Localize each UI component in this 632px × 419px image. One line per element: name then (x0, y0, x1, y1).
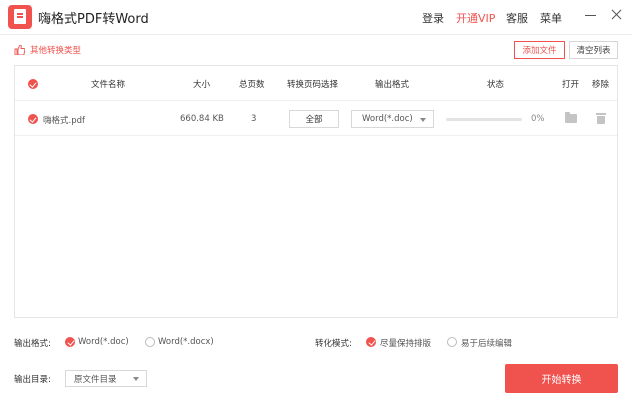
format-docx-radio[interactable] (145, 337, 155, 347)
app-title: 嗨格式PDF转Word (38, 12, 149, 27)
format-docx-label[interactable]: Word(*.docx) (158, 337, 214, 347)
thumbs-up-icon (14, 45, 25, 55)
output-dir-value: 原文件目录 (74, 374, 117, 385)
start-convert-button[interactable]: 开始转换 (505, 364, 618, 393)
col-open: 打开 (562, 80, 580, 90)
col-status: 状态 (487, 80, 505, 90)
table-header: 文件名称 大小 总页数 转换页码选择 输出格式 状态 打开 移除 (15, 66, 617, 101)
col-filename: 文件名称 (91, 80, 126, 90)
output-dir-select[interactable]: 原文件目录 (65, 370, 147, 387)
conversion-progress-bar (446, 118, 522, 121)
output-format-value: Word(*.doc) (362, 114, 413, 124)
mode-keep-label[interactable]: 尽量保持排版 (380, 337, 431, 349)
minimize-icon[interactable] (584, 8, 598, 22)
col-size: 大小 (193, 80, 211, 90)
pdf-app-logo-icon (8, 5, 32, 29)
close-icon[interactable] (610, 8, 624, 22)
other-types-label: 其他转换类型 (30, 46, 82, 56)
chevron-down-icon (420, 118, 426, 122)
vip-link[interactable]: 开通VIP (456, 10, 495, 26)
progress-percent: 0% (531, 114, 545, 124)
row-checkbox[interactable] (28, 114, 38, 124)
page-count: 3 (251, 114, 257, 124)
file-name: 嗨格式.pdf (43, 116, 85, 126)
file-table: 文件名称 大小 总页数 转换页码选择 输出格式 状态 打开 移除 嗨格式.pdf… (14, 65, 618, 318)
mode-edit-radio[interactable] (447, 337, 457, 347)
trash-icon[interactable] (596, 113, 606, 124)
table-row: 嗨格式.pdf 660.84 KB 3 全部 Word(*.doc) 0% (15, 102, 617, 136)
page-select-button[interactable]: 全部 (289, 110, 339, 128)
select-all-checkbox[interactable] (28, 79, 38, 89)
service-link[interactable]: 客服 (506, 10, 528, 26)
clear-list-button[interactable]: 清空列表 (569, 41, 618, 59)
title-separator (0, 34, 632, 35)
output-format-select[interactable]: Word(*.doc) (351, 110, 434, 128)
col-pages: 总页数 (239, 80, 265, 90)
folder-icon[interactable] (565, 112, 577, 123)
mode-keep-radio[interactable] (366, 337, 376, 347)
output-format-label: 输出格式: (14, 339, 51, 349)
chevron-down-icon (133, 377, 139, 381)
col-format: 输出格式 (375, 80, 410, 90)
file-size: 660.84 KB (180, 114, 224, 124)
format-doc-label[interactable]: Word(*.doc) (78, 337, 129, 347)
add-file-button[interactable]: 添加文件 (514, 41, 565, 59)
mode-label: 转化模式: (315, 339, 352, 349)
output-dir-label: 输出目录: (14, 375, 51, 385)
col-page-select: 转换页码选择 (287, 80, 339, 90)
format-doc-radio[interactable] (65, 337, 75, 347)
other-types-link[interactable]: 其他转换类型 (14, 44, 81, 56)
menu-link[interactable]: 菜单 (540, 10, 562, 26)
col-remove: 移除 (592, 80, 610, 90)
mode-edit-label[interactable]: 易于后续编辑 (461, 337, 512, 349)
login-link[interactable]: 登录 (422, 10, 444, 26)
title-bar: 嗨格式PDF转Word 登录 开通VIP 客服 菜单 (0, 0, 632, 34)
